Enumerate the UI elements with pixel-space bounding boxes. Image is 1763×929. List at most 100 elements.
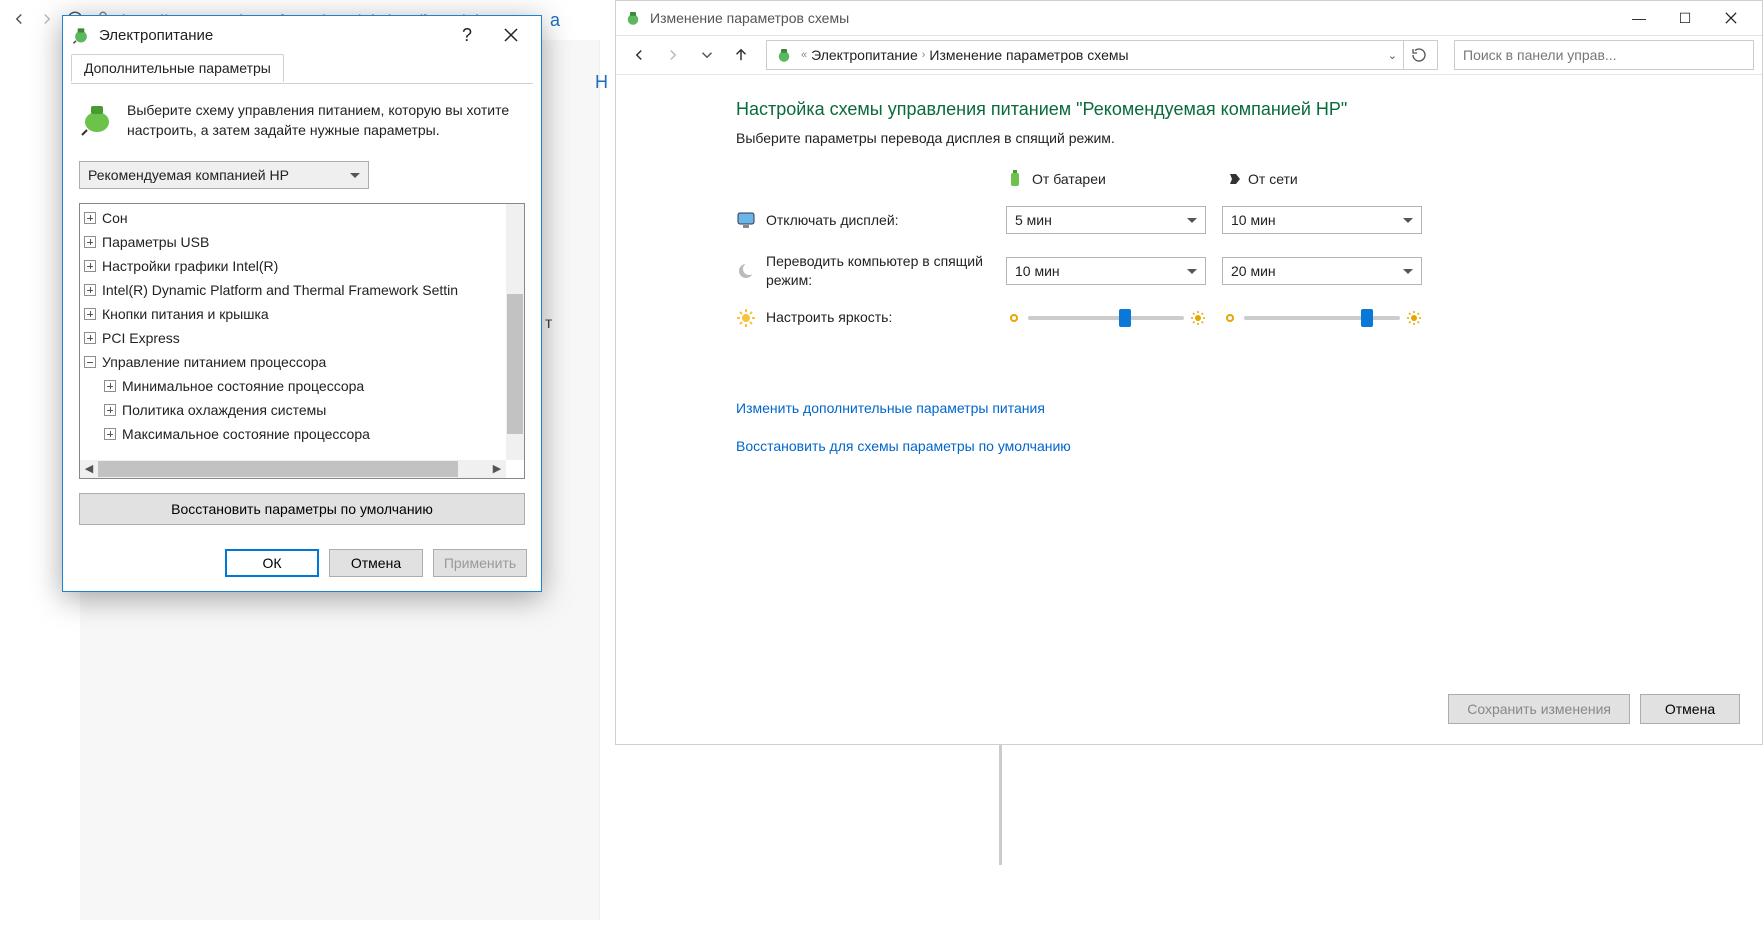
expand-icon[interactable] — [104, 404, 116, 416]
nav-back-icon[interactable] — [624, 40, 654, 70]
sun-bright-icon — [1406, 310, 1422, 326]
expand-icon[interactable] — [84, 308, 96, 320]
display-off-battery-select[interactable]: 5 мин — [1006, 206, 1206, 234]
search-input[interactable]: Поиск в панели управ... — [1454, 40, 1754, 70]
ac-plug-icon — [1222, 170, 1240, 188]
selected-plan-label: Рекомендуемая компанией HP — [88, 167, 289, 183]
scroll-right-icon[interactable]: ▶ — [488, 460, 506, 478]
expand-icon[interactable] — [84, 260, 96, 272]
label-sleep: Переводить компьютер в спящий режим: — [766, 252, 1006, 290]
tree-item-label: Минимальное состояние процессора — [122, 378, 364, 394]
tree-scrollbar-horizontal[interactable]: ◀ ▶ — [80, 460, 506, 478]
power-options-advanced-dialog: Электропитание ? Дополнительные параметр… — [62, 15, 542, 592]
brightness-battery-slider[interactable] — [1006, 310, 1206, 326]
tree-item-label: Кнопки питания и крышка — [102, 306, 269, 322]
power-icon — [624, 9, 642, 27]
tree-item[interactable]: Intel(R) Dynamic Platform and Thermal Fr… — [80, 278, 506, 302]
collapse-icon[interactable] — [84, 356, 96, 368]
chevron-down-icon[interactable] — [692, 40, 722, 70]
search-placeholder: Поиск в панели управ... — [1463, 47, 1617, 63]
page-subtitle: Выберите параметры перевода дисплея в сп… — [736, 130, 1742, 146]
help-button[interactable]: ? — [445, 19, 489, 51]
sun-dim-icon — [1222, 310, 1238, 326]
label-display-off: Отключать дисплей: — [766, 211, 1006, 230]
sun-icon — [736, 308, 756, 328]
tree-item-label: Intel(R) Dynamic Platform and Thermal Fr… — [102, 282, 458, 298]
tree-item[interactable]: Параметры USB — [80, 230, 506, 254]
nav-up-icon[interactable] — [726, 40, 756, 70]
tree-item[interactable]: Максимальное состояние процессора — [80, 422, 506, 446]
battery-icon — [79, 100, 115, 136]
tree-item-label: Настройки графики Intel(R) — [102, 258, 278, 274]
close-button[interactable] — [1708, 3, 1754, 33]
close-button[interactable] — [489, 19, 533, 51]
breadcrumb[interactable]: « Электропитание › Изменение параметров … — [766, 40, 1438, 70]
link-advanced-settings[interactable]: Изменить дополнительные параметры питани… — [736, 400, 1742, 416]
tree-item[interactable]: Сон — [80, 206, 506, 230]
tab-advanced[interactable]: Дополнительные параметры — [71, 54, 284, 82]
moon-icon — [736, 261, 756, 281]
tab-strip: Дополнительные параметры — [71, 54, 533, 84]
header-ac: От сети — [1248, 171, 1298, 187]
tree-item-label: Управление питанием процессора — [102, 354, 326, 370]
nav-forward-icon — [38, 10, 56, 31]
brightness-ac-slider[interactable] — [1222, 310, 1422, 326]
crumb-power[interactable]: Электропитание — [811, 47, 918, 63]
settings-tree: Сон Параметры USB Настройки графики Intel(… — [79, 203, 525, 479]
nav-back-icon[interactable] — [10, 10, 28, 31]
bg-letter: Н — [595, 72, 608, 93]
window-titlebar[interactable]: Изменение параметров схемы — ☐ — [616, 1, 1762, 35]
header-battery: От батареи — [1032, 171, 1106, 187]
page-title: Настройка схемы управления питанием "Рек… — [736, 99, 1742, 120]
dialog-instruction: Выберите схему управления питанием, кото… — [127, 100, 525, 141]
bg-divider — [999, 745, 1002, 865]
cancel-button[interactable]: Отмена — [1640, 694, 1740, 724]
crumb-change-plan[interactable]: Изменение параметров схемы — [929, 47, 1128, 63]
expand-icon[interactable] — [104, 428, 116, 440]
tree-item-label: Параметры USB — [102, 234, 209, 250]
sun-bright-icon — [1190, 310, 1206, 326]
battery-icon — [1006, 170, 1024, 188]
expand-icon[interactable] — [84, 332, 96, 344]
refresh-button[interactable] — [1403, 40, 1433, 70]
ok-button[interactable]: ОК — [225, 549, 319, 577]
scroll-thumb-h[interactable] — [98, 461, 458, 477]
link-restore-defaults[interactable]: Восстановить для схемы параметры по умол… — [736, 438, 1742, 454]
minimize-button[interactable]: — — [1616, 3, 1662, 33]
tree-scrollbar-vertical[interactable] — [506, 204, 524, 460]
dialog-title: Электропитание — [99, 27, 445, 44]
restore-defaults-button[interactable]: Восстановить параметры по умолчанию — [79, 493, 525, 525]
save-button: Сохранить изменения — [1448, 694, 1630, 724]
display-off-ac-select[interactable]: 10 мин — [1222, 206, 1422, 234]
explorer-nav-bar: « Электропитание › Изменение параметров … — [616, 35, 1762, 75]
scroll-thumb[interactable] — [507, 294, 523, 434]
apply-button: Применить — [433, 549, 527, 577]
sleep-battery-select[interactable]: 10 мин — [1006, 257, 1206, 285]
tree-item-label: Максимальное состояние процессора — [122, 426, 370, 442]
nav-forward-icon — [658, 40, 688, 70]
power-icon — [775, 46, 793, 64]
bg-letter2: т — [545, 315, 552, 333]
change-plan-settings-window: Изменение параметров схемы — ☐ « Электро… — [615, 0, 1763, 745]
power-plan-select[interactable]: Рекомендуемая компанией HP — [79, 161, 369, 189]
maximize-button[interactable]: ☐ — [1662, 3, 1708, 33]
tree-item[interactable]: Политика охлаждения системы — [80, 398, 506, 422]
tree-item[interactable]: Настройки графики Intel(R) — [80, 254, 506, 278]
label-brightness: Настроить яркость: — [766, 308, 1006, 327]
tree-item[interactable]: PCI Express — [80, 326, 506, 350]
sleep-ac-select[interactable]: 20 мин — [1222, 257, 1422, 285]
tree-item[interactable]: Минимальное состояние процессора — [80, 374, 506, 398]
tree-item[interactable]: Кнопки питания и крышка — [80, 302, 506, 326]
scroll-left-icon[interactable]: ◀ — [80, 460, 98, 478]
expand-icon[interactable] — [84, 212, 96, 224]
chevron-down-icon[interactable]: ⌄ — [1382, 49, 1403, 62]
sun-dim-icon — [1006, 310, 1022, 326]
bg-tab-fragment: а — [544, 0, 614, 40]
display-icon — [736, 210, 756, 230]
expand-icon[interactable] — [84, 284, 96, 296]
tree-item[interactable]: Управление питанием процессора — [80, 350, 506, 374]
dialog-titlebar[interactable]: Электропитание ? — [63, 16, 541, 54]
expand-icon[interactable] — [84, 236, 96, 248]
expand-icon[interactable] — [104, 380, 116, 392]
cancel-button[interactable]: Отмена — [329, 549, 423, 577]
